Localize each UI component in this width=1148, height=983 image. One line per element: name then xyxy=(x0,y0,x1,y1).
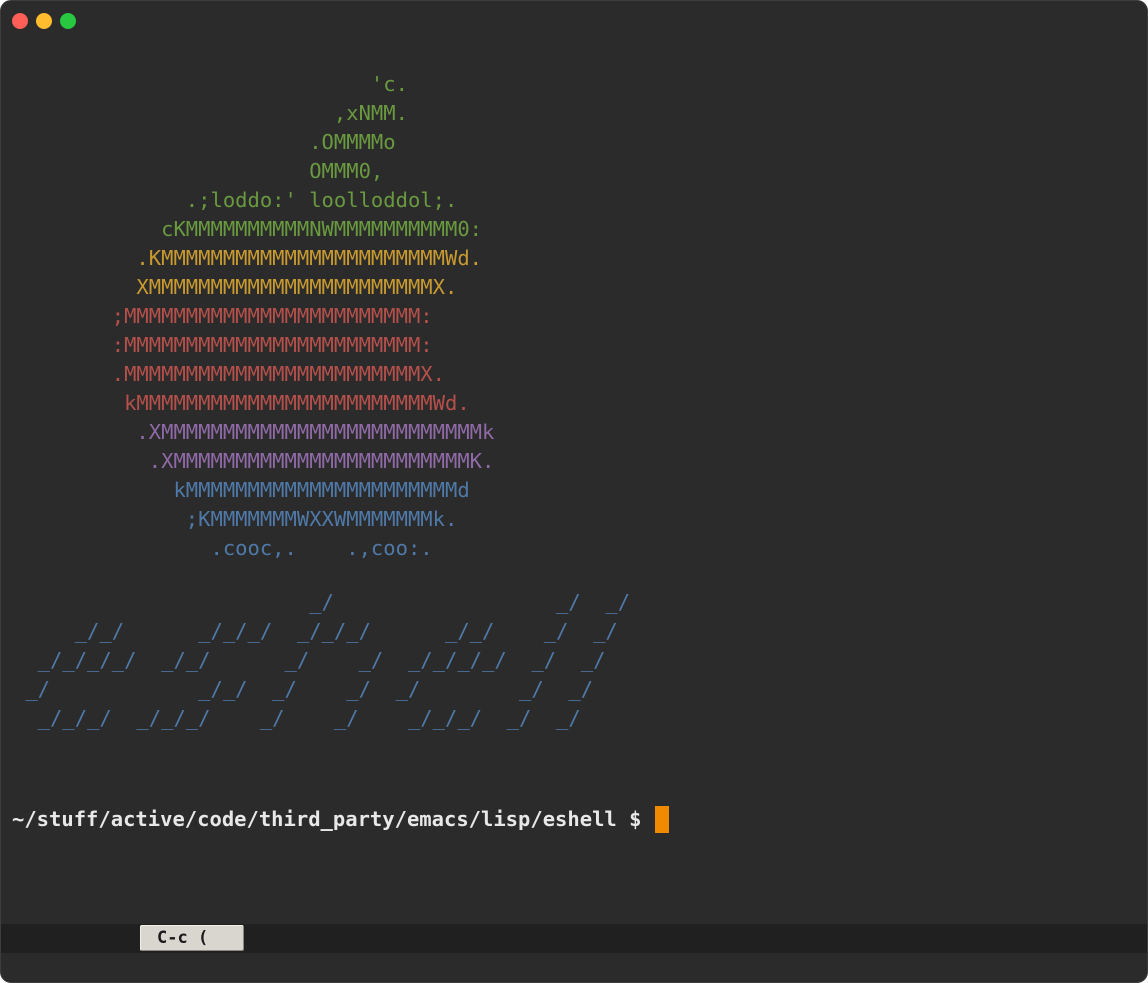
apple-art-line: kMMMMMMMMMMMMMMMMMMMMMMMMWd. xyxy=(13,391,470,415)
apple-art-line: ;KMMMMMMMWXXWMMMMMMMk. xyxy=(13,507,458,531)
eshell-logo-line: _/ _/_/ _/ _/ _/ _/ _/ xyxy=(13,677,594,701)
apple-art-line: :MMMMMMMMMMMMMMMMMMMMMMMM: xyxy=(13,333,433,357)
eshell-logo-line: _/ _/ _/ xyxy=(13,590,631,614)
eshell-logo-line: _/_/_/_/ _/_/ _/ _/ _/_/_/_/ _/ _/ xyxy=(13,648,606,672)
apple-art-line: .MMMMMMMMMMMMMMMMMMMMMMMMX. xyxy=(13,362,445,386)
window-controls xyxy=(12,13,76,29)
apple-art-line: .XMMMMMMMMMMMMMMMMMMMMMMMMK. xyxy=(13,449,495,473)
apple-art-line: 'c. xyxy=(13,72,408,96)
apple-art-line: .KMMMMMMMMMMMMMMMMMMMMMMMWd. xyxy=(13,246,482,270)
apple-art-line: .XMMMMMMMMMMMMMMMMMMMMMMMMMMk xyxy=(13,420,495,444)
eshell-ascii-logo: _/ _/ _/ _/_/ _/_/_/ _/_/_/ _/_/ _/ _/ _… xyxy=(13,588,630,733)
terminal-window: 'c. ,xNMM. .OMMMMo OMMM0, .;loddo:' lool… xyxy=(0,0,1148,983)
text-cursor xyxy=(655,805,670,833)
key-hint-badge: C-c ( xyxy=(140,925,244,951)
shell-prompt: ~/stuff/active/code/third_party/emacs/li… xyxy=(12,807,642,831)
minimize-window-button[interactable] xyxy=(36,13,52,29)
apple-art-line: cKMMMMMMMMMMNWMMMMMMMMMM0: xyxy=(13,217,482,241)
close-window-button[interactable] xyxy=(12,13,28,29)
apple-art-line: .cooc,. .,coo:. xyxy=(13,536,433,560)
apple-art-line: XMMMMMMMMMMMMMMMMMMMMMMMX. xyxy=(13,275,458,299)
maximize-window-button[interactable] xyxy=(60,13,76,29)
apple-art-line: ,xNMM. xyxy=(13,101,408,125)
apple-art-line: .OMMMMo xyxy=(13,130,396,154)
apple-art-line: ;MMMMMMMMMMMMMMMMMMMMMMMM: xyxy=(13,304,433,328)
eshell-logo-line: _/_/ _/_/_/ _/_/_/ _/_/ _/ _/ xyxy=(13,619,618,643)
apple-ascii-art: 'c. ,xNMM. .OMMMMo OMMM0, .;loddo:' lool… xyxy=(13,70,495,563)
apple-art-line: kMMMMMMMMMMMMMMMMMMMMMMd xyxy=(13,478,470,502)
apple-art-line: .;loddo:' loolloddol;. xyxy=(13,188,458,212)
eshell-logo-line: _/_/_/ _/_/_/ _/ _/ _/_/_/ _/ _/ xyxy=(13,706,581,730)
apple-art-line: OMMM0, xyxy=(13,159,384,183)
shell-prompt-line[interactable]: ~/stuff/active/code/third_party/emacs/li… xyxy=(12,804,670,834)
